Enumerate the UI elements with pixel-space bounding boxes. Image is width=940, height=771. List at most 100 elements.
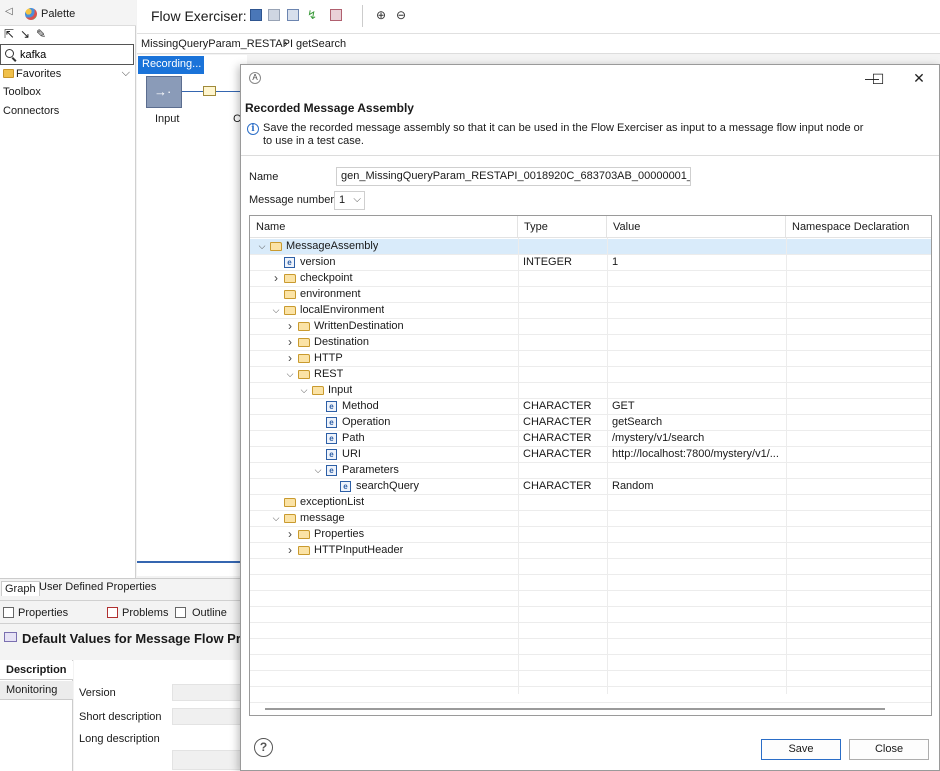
select-tool-icon[interactable]: ⇱ — [4, 27, 14, 41]
chevron-down-icon[interactable]: ⌵ — [270, 511, 282, 526]
connection-tool-icon[interactable]: ↘ — [20, 27, 30, 41]
tab-description[interactable]: Description — [0, 661, 73, 680]
element-icon: e — [340, 481, 351, 492]
empty-tree-row[interactable] — [250, 655, 931, 671]
empty-tree-row[interactable] — [250, 671, 931, 687]
column-name[interactable]: Name — [250, 216, 518, 238]
column-type[interactable]: Type — [518, 216, 607, 238]
tree-row[interactable]: ⌵ REST — [250, 367, 931, 383]
marquee-tool-icon[interactable]: ✎ — [36, 27, 46, 41]
empty-tree-row[interactable] — [250, 687, 931, 703]
palette-drawer-favorites[interactable]: Favorites ⌵ — [0, 66, 136, 82]
empty-tree-row[interactable] — [250, 623, 931, 639]
empty-tree-row[interactable] — [250, 575, 931, 591]
tab-outline[interactable]: Outline — [192, 607, 227, 619]
tab-graph[interactable]: Graph — [1, 581, 40, 596]
chevron-right-icon[interactable]: › — [284, 319, 296, 334]
tree-row[interactable]: › Properties — [250, 527, 931, 543]
message-tree-table[interactable]: Name Type Value Namespace Declaration ⌵ M… — [249, 215, 932, 716]
help-icon[interactable]: ? — [254, 738, 273, 757]
column-namespace-declaration[interactable]: Namespace Declaration — [786, 216, 931, 238]
tree-row[interactable]: e URI CHARACTER http://localhost:7800/myste… — [250, 447, 931, 463]
palette-drawer-toolbox[interactable]: Toolbox — [3, 86, 41, 98]
tree-row[interactable]: › Destination — [250, 335, 931, 351]
send-message-icon[interactable] — [268, 9, 280, 21]
tree-row[interactable]: e Method CHARACTER GET — [250, 399, 931, 415]
chevron-right-icon[interactable]: › — [284, 527, 296, 542]
tab-user-defined-properties[interactable]: User Defined Properties — [39, 581, 156, 593]
column-value[interactable]: Value — [607, 216, 786, 238]
tree-row[interactable]: › checkpoint — [250, 271, 931, 287]
tree-row[interactable]: e Operation CHARACTER getSearch — [250, 415, 931, 431]
breadcrumb-node[interactable]: getSearch — [296, 38, 346, 50]
tree-row[interactable]: ⌵ e Parameters — [250, 463, 931, 479]
dialog-description: Save the recorded message assembly so th… — [263, 122, 864, 147]
empty-tree-row[interactable] — [250, 607, 931, 623]
favorites-label: Favorites — [16, 68, 62, 80]
flow-canvas[interactable] — [137, 55, 247, 576]
folder-icon — [298, 370, 310, 379]
tree-row[interactable]: › HTTP — [250, 351, 931, 367]
tree-row[interactable]: exceptionList — [250, 495, 931, 511]
maximize-icon[interactable]: ☐ — [865, 69, 891, 89]
properties-icon — [3, 607, 14, 618]
horizontal-scrollbar[interactable] — [265, 708, 885, 710]
empty-tree-row[interactable] — [250, 591, 931, 607]
stop-recording-icon[interactable] — [330, 9, 342, 21]
version-field[interactable] — [172, 684, 247, 701]
chevron-down-icon[interactable]: ⌵ — [122, 67, 130, 80]
tree-row[interactable]: ⌵ MessageAssembly — [250, 239, 931, 255]
breadcrumb-flow[interactable]: MissingQueryParam_RESTAPI — [141, 38, 293, 50]
view-recorded-message-icon[interactable] — [287, 9, 299, 21]
tree-row[interactable]: › WrittenDestination — [250, 319, 931, 335]
tree-row[interactable]: environment — [250, 287, 931, 303]
message-envelope-icon[interactable] — [203, 86, 216, 96]
name-field[interactable]: gen_MissingQueryParam_RESTAPI_0018920C_6… — [336, 167, 691, 186]
chevron-down-icon[interactable]: ⌵ — [270, 303, 282, 318]
tree-row[interactable]: e version INTEGER 1 — [250, 255, 931, 271]
chevron-down-icon[interactable]: ⌵ — [312, 463, 324, 478]
palette-drawer-connectors[interactable]: Connectors — [3, 105, 59, 117]
tree-row[interactable]: e searchQuery CHARACTER Random — [250, 479, 931, 495]
palette-search-input[interactable] — [20, 47, 130, 62]
tree-cell-name: Input — [328, 384, 353, 396]
version-label: Version — [79, 687, 116, 699]
tree-row[interactable]: ⌵ message — [250, 511, 931, 527]
zoom-out-icon[interactable]: ⊖ — [396, 9, 408, 21]
empty-tree-row[interactable] — [250, 639, 931, 655]
message-number-select[interactable]: 1 ⌵ — [334, 191, 365, 210]
chevron-right-icon[interactable]: › — [284, 351, 296, 366]
input-node[interactable]: →· — [146, 76, 182, 108]
palette-title: Palette — [41, 8, 76, 20]
chevron-right-icon[interactable]: › — [270, 271, 282, 286]
tree-row[interactable]: › HTTPInputHeader — [250, 543, 931, 559]
recorder-path-icon[interactable]: ↯ — [307, 9, 319, 21]
tree-cell-name: Operation — [342, 416, 391, 428]
tab-monitoring[interactable]: Monitoring — [0, 681, 73, 700]
start-flow-exerciser-icon[interactable] — [250, 9, 262, 21]
empty-tree-row[interactable] — [250, 559, 931, 575]
chevron-right-icon[interactable]: › — [284, 543, 296, 558]
collapse-palette-icon[interactable]: ◁ — [5, 7, 13, 17]
close-icon[interactable]: ✕ — [906, 68, 932, 88]
zoom-in-icon[interactable]: ⊕ — [376, 9, 388, 21]
chevron-down-icon[interactable]: ⌵ — [256, 239, 268, 254]
tree-row[interactable]: ⌵ localEnvironment — [250, 303, 931, 319]
chevron-down-icon[interactable]: ⌵ — [284, 367, 296, 382]
palette-panel: ◁ Palette ⇱ ↘ ✎ Favorites ⌵ Toolbox Conn… — [0, 0, 136, 578]
tree-row[interactable]: ⌵ Input — [250, 383, 931, 399]
chevron-down-icon[interactable]: ⌵ — [298, 383, 310, 398]
tab-properties[interactable]: Properties — [18, 607, 68, 619]
tree-cell-name: Path — [342, 432, 365, 444]
tree-cell-name: checkpoint — [300, 272, 353, 284]
short-description-field[interactable] — [172, 708, 247, 725]
long-description-field[interactable] — [172, 750, 247, 770]
chevron-right-icon[interactable]: › — [284, 335, 296, 350]
tab-problems[interactable]: Problems — [122, 607, 168, 619]
tree-row[interactable]: e Path CHARACTER/mystery/v1/search — [250, 431, 931, 447]
save-button[interactable]: Save — [761, 739, 841, 760]
close-button[interactable]: Close — [849, 739, 929, 760]
